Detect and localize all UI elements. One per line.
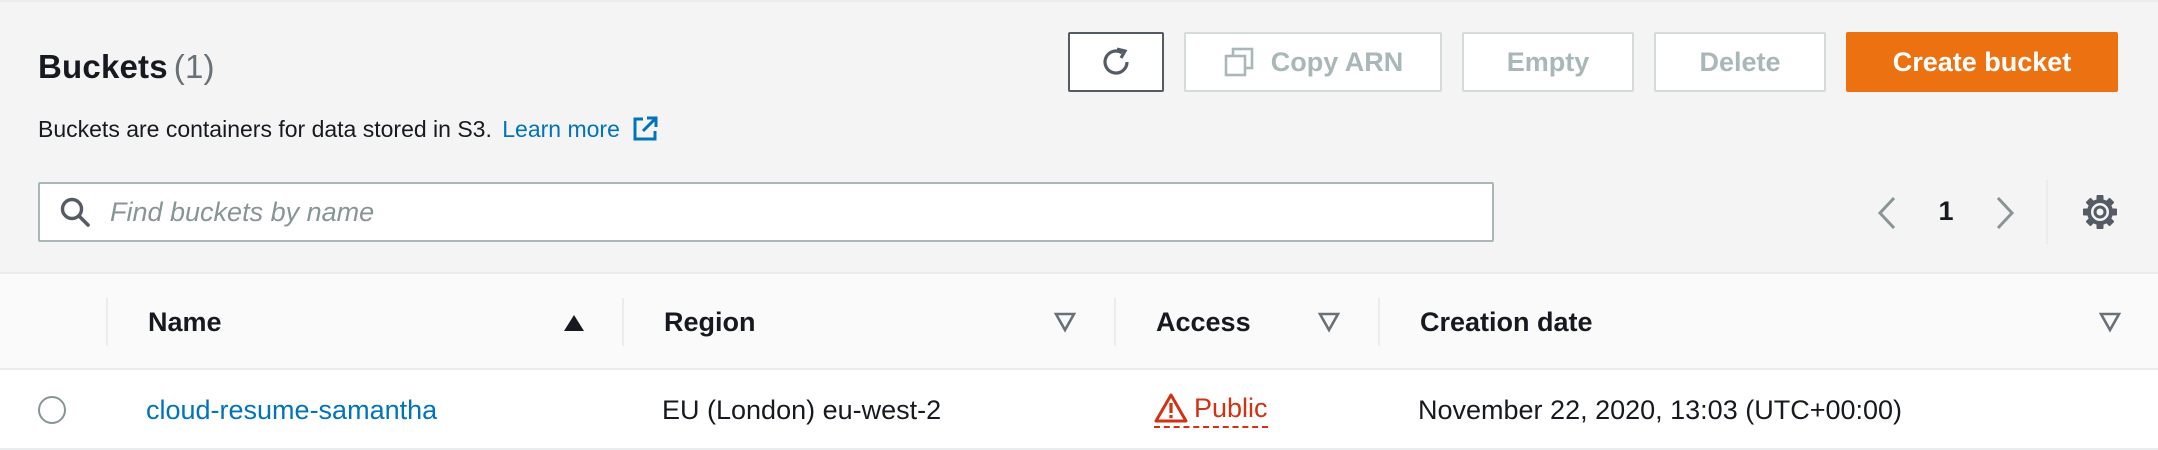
column-header-name[interactable]: Name xyxy=(148,274,222,370)
table-row: cloud-resume-samantha EU (London) eu-wes… xyxy=(0,370,2158,450)
sort-icon[interactable] xyxy=(1053,310,1077,334)
column-separator xyxy=(1378,298,1380,346)
gear-icon xyxy=(2083,195,2117,229)
chevron-right-icon xyxy=(1996,196,2015,230)
access-status-label: Public xyxy=(1194,392,1268,423)
row-select-radio[interactable] xyxy=(38,396,66,424)
column-header-region[interactable]: Region xyxy=(664,274,756,370)
buckets-panel: Buckets (1) Buckets are containers for da… xyxy=(0,0,2158,450)
creation-date-cell: November 22, 2020, 13:03 (UTC+00:00) xyxy=(1418,394,1903,425)
panel-header: Buckets (1) Buckets are containers for da… xyxy=(0,0,2158,272)
access-cell: Public xyxy=(1154,370,1268,450)
column-header-access[interactable]: Access xyxy=(1156,274,1251,370)
table-header: Name Region Access Creation date xyxy=(0,272,2158,370)
bucket-name-link[interactable]: cloud-resume-samantha xyxy=(146,395,437,426)
toolbar-divider xyxy=(2046,180,2048,244)
column-name-label: Name xyxy=(148,306,222,337)
page-number[interactable]: 1 xyxy=(1934,196,1958,227)
column-separator xyxy=(1114,298,1116,346)
panel-description: Buckets are containers for data stored i… xyxy=(38,114,660,144)
column-access-label: Access xyxy=(1156,306,1251,337)
empty-button[interactable]: Empty xyxy=(1462,32,1634,92)
search-input[interactable] xyxy=(110,196,1470,228)
refresh-icon xyxy=(1103,47,1129,75)
create-bucket-button[interactable]: Create bucket xyxy=(1846,32,2118,92)
bucket-name-cell: cloud-resume-samantha xyxy=(146,370,437,450)
copy-icon xyxy=(1224,47,1254,77)
learn-more-link[interactable]: Learn more xyxy=(502,116,660,142)
next-page-button[interactable] xyxy=(1990,188,2020,238)
external-link-icon xyxy=(633,116,658,141)
preferences-button[interactable] xyxy=(2080,192,2120,232)
bucket-count: (1) xyxy=(173,48,215,85)
sort-icon[interactable] xyxy=(2098,310,2122,334)
region-cell: EU (London) eu-west-2 xyxy=(662,394,942,425)
chevron-left-icon xyxy=(1877,196,1896,230)
column-separator xyxy=(622,298,624,346)
sort-icon[interactable] xyxy=(1317,310,1341,334)
search-icon xyxy=(60,197,90,227)
title-text: Buckets xyxy=(38,48,168,85)
description-text: Buckets are containers for data stored i… xyxy=(38,116,492,142)
previous-page-button[interactable] xyxy=(1872,188,1902,238)
sort-ascending-icon[interactable] xyxy=(562,310,586,334)
column-header-creation-date[interactable]: Creation date xyxy=(1420,274,1593,370)
page-title: Buckets (1) xyxy=(38,48,215,86)
refresh-button[interactable] xyxy=(1068,32,1164,92)
delete-button[interactable]: Delete xyxy=(1654,32,1826,92)
copy-arn-button[interactable]: Copy ARN xyxy=(1184,32,1442,92)
learn-more-label: Learn more xyxy=(502,116,620,142)
warning-icon xyxy=(1154,393,1188,423)
copy-arn-label: Copy ARN xyxy=(1270,46,1404,77)
column-creation-date-label: Creation date xyxy=(1420,306,1593,337)
column-separator xyxy=(106,298,108,346)
search-field[interactable] xyxy=(38,182,1494,242)
access-status-badge[interactable]: Public xyxy=(1154,392,1268,428)
column-region-label: Region xyxy=(664,306,756,337)
